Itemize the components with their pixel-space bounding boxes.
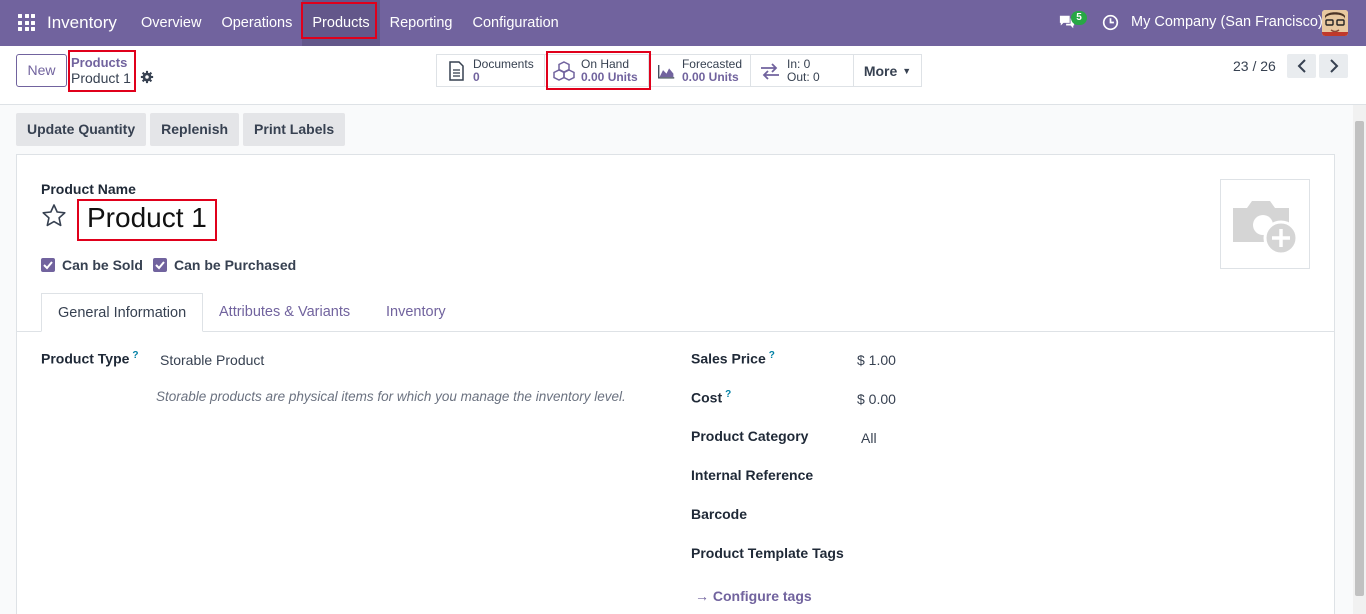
chevron-right-icon [1329,59,1338,73]
cost-label: Cost? [691,389,731,406]
product-name-label: Product Name [41,181,136,197]
company-switcher[interactable]: My Company (San Francisco) [1131,14,1323,30]
product-template-tags-label: Product Template Tags [691,545,844,561]
exchange-icon [761,62,779,80]
gear-icon[interactable] [140,70,154,84]
user-avatar[interactable] [1322,10,1348,36]
product-name-field[interactable]: Product 1 [87,202,207,234]
on-hand-smart-button[interactable]: On Hand 0.00 Units [544,54,649,87]
forecasted-label: Forecasted [681,56,742,71]
replenish-button[interactable]: Replenish [150,113,240,146]
documents-smart-button[interactable]: Documents 0 [436,54,545,87]
form-action-buttons: Update Quantity Replenish Print Labels [16,113,349,146]
area-chart-icon [658,64,675,79]
cost-label-text: Cost [691,389,723,406]
apps-menu-icon[interactable] [18,14,35,31]
scrollbar-thumb[interactable] [1355,121,1364,596]
checkmark-icon [155,261,165,270]
can-be-sold-label[interactable]: Can be Sold [62,257,143,273]
barcode-field[interactable] [857,501,1297,525]
barcode-label: Barcode [691,506,748,522]
configure-tags-link[interactable]: → Configure tags [695,588,812,604]
top-navbar: Inventory Overview Operations Products R… [0,0,1366,46]
can-be-sold-checkbox[interactable] [41,258,55,272]
sales-price-field[interactable]: $ 1.00 [857,352,896,368]
configure-tags-text: Configure tags [712,588,812,604]
caret-down-icon: ▼ [902,65,912,76]
in-out-smart-button[interactable]: In: 0 Out: 0 [750,54,854,87]
breadcrumb-products-link[interactable]: Products [71,55,131,70]
can-be-purchased-checkbox[interactable] [153,258,167,272]
internal-reference-label: Internal Reference [691,467,814,483]
documents-label: Documents [473,56,534,71]
new-button[interactable]: New [16,54,67,87]
sales-price-label: Sales Price? [691,350,775,367]
menu-overview[interactable]: Overview [131,0,211,46]
more-label: More [863,62,898,79]
control-panel: New Products Product 1 Documents 0 On Ha… [0,46,1366,105]
checkmark-icon [43,261,53,270]
pager-previous-button[interactable] [1287,54,1316,78]
chevron-left-icon [1297,59,1306,73]
internal-reference-field[interactable] [857,462,1297,486]
tab-inventory[interactable]: Inventory [370,293,462,332]
breadcrumb: Products Product 1 [71,55,131,86]
cubes-icon [553,60,575,81]
out-count: Out: 0 [787,69,820,84]
product-category-label: Product Category [691,428,809,444]
breadcrumb-current: Product 1 [71,70,131,86]
product-template-tags-field[interactable] [857,540,1297,564]
menu-configuration[interactable]: Configuration [462,0,568,46]
app-brand[interactable]: Inventory [47,13,117,33]
pager-next-button[interactable] [1319,54,1348,78]
product-category-field[interactable]: All [861,430,877,446]
product-type-hint: Storable products are physical items for… [156,389,626,404]
page-scrollbar[interactable] [1353,105,1366,614]
help-icon[interactable]: ? [725,389,731,400]
document-icon [449,60,464,81]
in-count: In: 0 [787,56,811,71]
menu-products[interactable]: Products [302,0,380,46]
can-be-purchased-label[interactable]: Can be Purchased [174,257,296,273]
arrow-right-icon: → [695,588,709,604]
more-dropdown[interactable]: More ▼ [853,54,922,87]
menu-reporting[interactable]: Reporting [380,0,463,46]
forecasted-smart-button[interactable]: Forecasted 0.00 Units [648,54,751,87]
clock-icon[interactable] [1102,14,1119,31]
help-icon[interactable]: ? [132,350,138,361]
tab-general-information[interactable]: General Information [41,293,204,332]
forecasted-value: 0.00 Units [681,69,739,84]
smart-buttons: Documents 0 On Hand 0.00 Units Forecaste… [436,54,922,87]
product-type-label-text: Product Type [41,350,130,367]
favorite-star-icon[interactable] [41,203,67,229]
main-menu: Overview Operations Products Reporting C… [131,0,569,46]
on-hand-value: 0.00 Units [581,69,638,84]
on-hand-label: On Hand [581,56,630,71]
pager-value[interactable]: 23 / 26 [1233,58,1276,74]
cost-field[interactable]: $ 0.00 [857,391,896,407]
print-labels-button[interactable]: Print Labels [243,113,346,146]
camera-add-icon [1233,201,1299,256]
sales-price-label-text: Sales Price [691,350,766,367]
help-icon[interactable]: ? [769,350,775,361]
messages-count-badge: 5 [1071,11,1087,25]
tab-attributes-variants[interactable]: Attributes & Variants [203,293,366,332]
product-image-upload[interactable] [1220,179,1310,269]
update-quantity-button[interactable]: Update Quantity [16,113,147,146]
documents-value: 0 [473,69,480,84]
product-type-field[interactable]: Storable Product [160,352,264,368]
product-type-label: Product Type? [41,350,139,367]
menu-operations[interactable]: Operations [211,0,302,46]
